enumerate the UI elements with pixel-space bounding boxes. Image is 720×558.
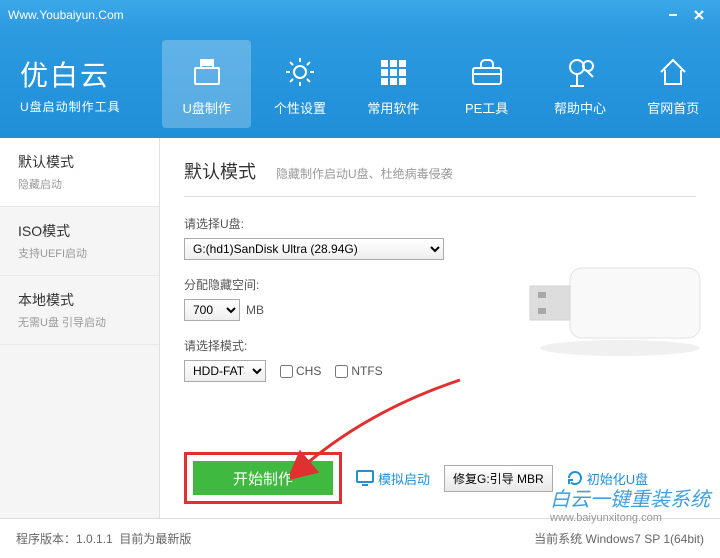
start-button[interactable]: 开始制作	[193, 461, 333, 495]
disk-label: 请选择U盘:	[184, 215, 696, 232]
page-subtitle: 隐藏制作启动U盘、杜绝病毒侵袭	[276, 165, 453, 182]
simulate-button[interactable]: 模拟启动	[356, 469, 430, 488]
nav-personalize[interactable]: 个性设置	[255, 40, 344, 128]
nav-usb-create[interactable]: U盘制作	[162, 40, 251, 128]
sidebar-item-default[interactable]: 默认模式 隐藏启动	[0, 138, 159, 207]
footer-os: 当前系统 Windows7 SP 1(64bit)	[534, 530, 704, 547]
mode-select[interactable]: HDD-FAT32	[184, 360, 266, 382]
help-icon	[560, 52, 600, 92]
brand-title: 优白云	[20, 54, 160, 94]
chs-checkbox[interactable]: CHS	[280, 364, 321, 378]
nav-help[interactable]: 帮助中心	[535, 40, 624, 128]
refresh-icon	[567, 470, 583, 486]
close-button[interactable]	[686, 5, 712, 25]
brand: 优白云 U盘启动制作工具	[0, 54, 160, 115]
start-highlight: 开始制作	[184, 452, 342, 504]
disk-select[interactable]: G:(hd1)SanDisk Ultra (28.94G)	[184, 238, 444, 260]
gear-icon	[280, 52, 320, 92]
nav-software[interactable]: 常用软件	[349, 40, 438, 128]
sidebar-item-iso[interactable]: ISO模式 支持UEFI启动	[0, 207, 159, 276]
apps-icon	[373, 52, 413, 92]
nav-home[interactable]: 官网首页	[629, 40, 718, 128]
ntfs-checkbox[interactable]: NTFS	[335, 364, 382, 378]
monitor-icon	[356, 470, 374, 486]
window-url: Www.Youbaiyun.Com	[8, 8, 660, 22]
toolbox-icon	[467, 52, 507, 92]
brand-sub: U盘启动制作工具	[20, 98, 160, 115]
space-select[interactable]: 700	[184, 299, 240, 321]
footer-version: 程序版本：1.0.1.1 目前为最新版	[16, 530, 534, 547]
nav-pe-tools[interactable]: PE工具	[442, 40, 531, 128]
home-icon	[653, 52, 693, 92]
init-button[interactable]: 初始化U盘	[567, 469, 648, 488]
usb-illustration	[520, 248, 720, 368]
minimize-button[interactable]	[660, 5, 686, 25]
sidebar-item-local[interactable]: 本地模式 无需U盘 引导启动	[0, 276, 159, 345]
space-unit: MB	[246, 303, 264, 317]
repair-button[interactable]: 修复G:引导 MBR	[444, 465, 553, 492]
page-title: 默认模式	[184, 158, 256, 184]
usb-icon	[187, 52, 227, 92]
